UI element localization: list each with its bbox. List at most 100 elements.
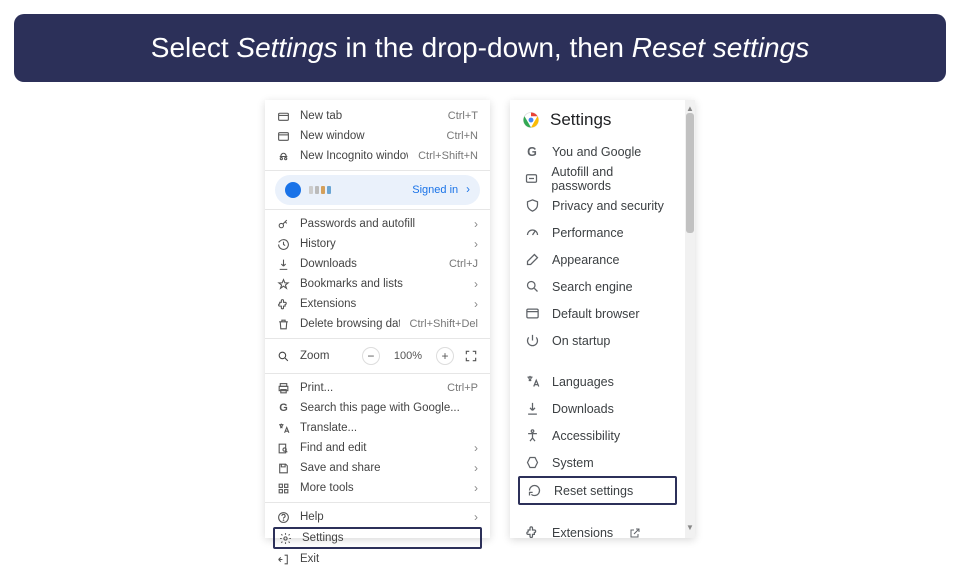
menu-exit[interactable]: Exit	[265, 549, 490, 569]
menu-search-google[interactable]: G Search this page with Google...	[265, 398, 490, 418]
google-icon: G	[277, 402, 290, 415]
window-icon	[277, 130, 290, 143]
incognito-icon	[277, 150, 290, 163]
menu-new-window[interactable]: New window Ctrl+N	[265, 126, 490, 146]
scroll-track[interactable]	[685, 113, 695, 523]
settings-accessibility[interactable]: Accessibility	[510, 422, 685, 449]
menu-shortcut: Ctrl+P	[447, 382, 478, 394]
external-link-icon	[629, 527, 641, 539]
autofill-icon	[524, 171, 539, 187]
menu-shortcut: Ctrl+Shift+Del	[410, 318, 478, 330]
menu-incognito[interactable]: New Incognito window Ctrl+Shift+N	[265, 146, 490, 166]
download-icon	[277, 258, 290, 271]
account-row[interactable]: Signed in ›	[275, 175, 480, 205]
chrome-menu-panel: New tab Ctrl+T New window Ctrl+N New Inc…	[265, 100, 490, 538]
zoom-percent: 100%	[390, 350, 426, 362]
exit-icon	[277, 553, 290, 566]
settings-downloads[interactable]: Downloads	[510, 395, 685, 422]
settings-label: Languages	[552, 375, 614, 389]
search-icon	[524, 279, 540, 295]
scroll-down-icon[interactable]: ▼	[686, 523, 694, 532]
menu-label: Print...	[300, 382, 437, 394]
divider	[265, 338, 490, 339]
menu-delete-data[interactable]: Delete browsing data... Ctrl+Shift+Del	[265, 314, 490, 334]
language-icon	[524, 374, 540, 390]
chevron-right-icon: ›	[474, 237, 478, 251]
menu-label: Passwords and autofill	[300, 218, 464, 230]
zoom-out-button[interactable]: −	[362, 347, 380, 365]
menu-label: New tab	[300, 110, 438, 122]
settings-label: System	[552, 456, 594, 470]
settings-you-google[interactable]: G You and Google	[510, 138, 685, 165]
settings-label: Reset settings	[554, 484, 633, 498]
print-icon	[277, 382, 290, 395]
settings-sidebar-panel: Settings G You and Google Autofill and p…	[510, 100, 695, 538]
menu-label: Exit	[300, 553, 478, 565]
section-gap	[510, 354, 685, 368]
menu-passwords[interactable]: Passwords and autofill ›	[265, 214, 490, 234]
panels-row: New tab Ctrl+T New window Ctrl+N New Inc…	[0, 100, 960, 538]
menu-bookmarks[interactable]: Bookmarks and lists ›	[265, 274, 490, 294]
menu-label: Save and share	[300, 462, 464, 474]
chevron-right-icon: ›	[474, 481, 478, 495]
puzzle-icon	[277, 298, 290, 311]
menu-zoom: Zoom − 100% +	[265, 343, 490, 369]
find-icon	[277, 442, 290, 455]
settings-label: You and Google	[552, 145, 641, 159]
scroll-up-icon[interactable]: ▲	[686, 104, 694, 113]
settings-default-browser[interactable]: Default browser	[510, 300, 685, 327]
settings-extensions[interactable]: Extensions	[510, 519, 685, 538]
settings-appearance[interactable]: Appearance	[510, 246, 685, 273]
browser-icon	[524, 306, 540, 322]
menu-label: Find and edit	[300, 442, 464, 454]
menu-find-edit[interactable]: Find and edit ›	[265, 438, 490, 458]
instruction-banner: Select Settings in the drop-down, then R…	[14, 14, 946, 82]
menu-label: More tools	[300, 482, 464, 494]
scrollbar[interactable]: ▲ ▼	[685, 100, 695, 538]
settings-privacy[interactable]: Privacy and security	[510, 192, 685, 219]
menu-settings[interactable]: Settings	[273, 527, 482, 549]
menu-label: Delete browsing data...	[300, 318, 400, 330]
menu-downloads[interactable]: Downloads Ctrl+J	[265, 254, 490, 274]
settings-label: Appearance	[552, 253, 619, 267]
menu-extensions[interactable]: Extensions ›	[265, 294, 490, 314]
menu-translate[interactable]: Translate...	[265, 418, 490, 438]
fullscreen-icon[interactable]	[464, 349, 478, 363]
menu-more-tools[interactable]: More tools ›	[265, 478, 490, 498]
speedometer-icon	[524, 225, 540, 241]
settings-label: Autofill and passwords	[551, 165, 671, 193]
scroll-thumb[interactable]	[686, 113, 694, 233]
system-icon	[524, 455, 540, 471]
divider	[265, 502, 490, 503]
settings-performance[interactable]: Performance	[510, 219, 685, 246]
menu-label: Extensions	[300, 298, 464, 310]
settings-system[interactable]: System	[510, 449, 685, 476]
menu-history[interactable]: History ›	[265, 234, 490, 254]
settings-languages[interactable]: Languages	[510, 368, 685, 395]
menu-shortcut: Ctrl+T	[448, 110, 478, 122]
banner-em-2: Reset settings	[632, 32, 809, 63]
settings-reset[interactable]: Reset settings	[518, 476, 677, 505]
menu-new-tab[interactable]: New tab Ctrl+T	[265, 106, 490, 126]
settings-label: Search engine	[552, 280, 633, 294]
menu-print[interactable]: Print... Ctrl+P	[265, 378, 490, 398]
zoom-in-button[interactable]: +	[436, 347, 454, 365]
settings-list: Settings G You and Google Autofill and p…	[510, 100, 685, 538]
menu-help[interactable]: Help ›	[265, 507, 490, 527]
divider	[265, 373, 490, 374]
divider	[265, 170, 490, 171]
menu-shortcut: Ctrl+Shift+N	[418, 150, 478, 162]
banner-em-1: Settings	[236, 32, 337, 63]
settings-autofill[interactable]: Autofill and passwords	[510, 165, 685, 192]
settings-label: Accessibility	[552, 429, 620, 443]
menu-label: Bookmarks and lists	[300, 278, 464, 290]
settings-title-row: Settings	[510, 104, 685, 138]
banner-text-1: Select	[151, 32, 237, 63]
menu-save-share[interactable]: Save and share ›	[265, 458, 490, 478]
key-icon	[277, 218, 290, 231]
account-name-blur	[309, 186, 404, 194]
menu-shortcut: Ctrl+N	[447, 130, 478, 142]
settings-on-startup[interactable]: On startup	[510, 327, 685, 354]
menu-label: New window	[300, 130, 437, 142]
settings-search-engine[interactable]: Search engine	[510, 273, 685, 300]
